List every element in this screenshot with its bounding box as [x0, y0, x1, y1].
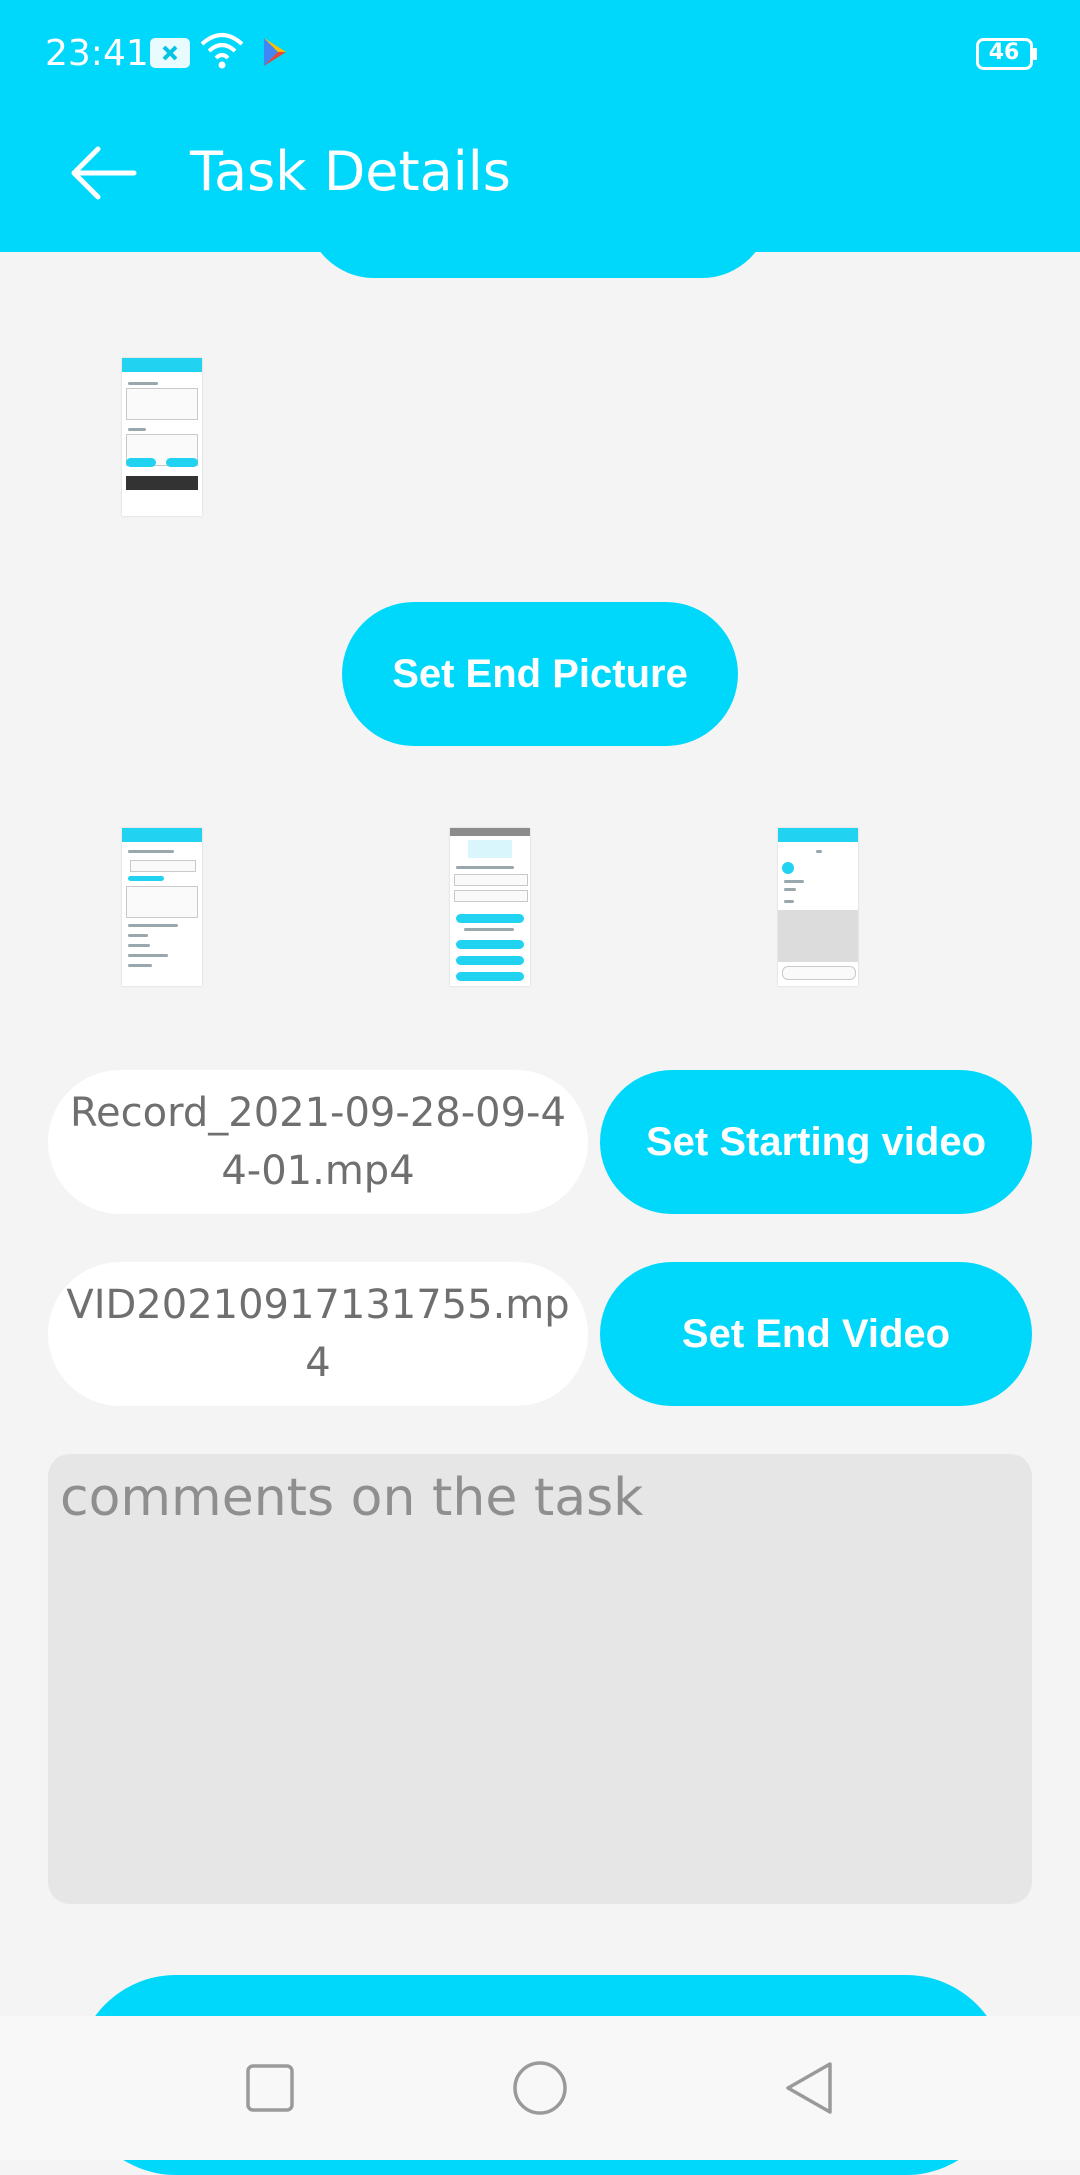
recent-apps-icon[interactable] — [238, 2056, 302, 2120]
set-end-picture-button[interactable]: Set End Picture — [342, 602, 738, 746]
play-store-icon — [262, 36, 288, 72]
navigation-bar — [0, 2016, 1080, 2160]
wifi-icon — [200, 32, 244, 74]
end-picture-thumbnail-1[interactable] — [122, 828, 202, 986]
starting-video-filename: Record_2021-09-28-09-44-01.mp4 — [48, 1070, 588, 1214]
set-end-video-button[interactable]: Set End Video — [600, 1262, 1032, 1406]
comments-input[interactable] — [48, 1454, 1032, 1904]
start-picture-thumbnail[interactable] — [122, 358, 202, 516]
battery-level: 46 — [988, 40, 1020, 65]
status-time: 23:41 — [45, 33, 149, 74]
page-title: Task Details — [190, 140, 511, 203]
notification-x-icon — [150, 38, 190, 72]
back-triangle-icon[interactable] — [778, 2056, 842, 2120]
back-button[interactable] — [60, 130, 146, 216]
status-bar: 23:41 46 — [0, 0, 1080, 110]
header-bump — [306, 210, 770, 278]
end-picture-thumbnail-3[interactable] — [778, 828, 858, 986]
end-picture-thumbnail-2[interactable] — [450, 828, 530, 986]
arrow-left-icon — [71, 146, 137, 200]
set-starting-video-button[interactable]: Set Starting video — [600, 1070, 1032, 1214]
home-icon[interactable] — [508, 2056, 572, 2120]
end-video-filename: VID20210917131755.mp4 — [48, 1262, 588, 1406]
